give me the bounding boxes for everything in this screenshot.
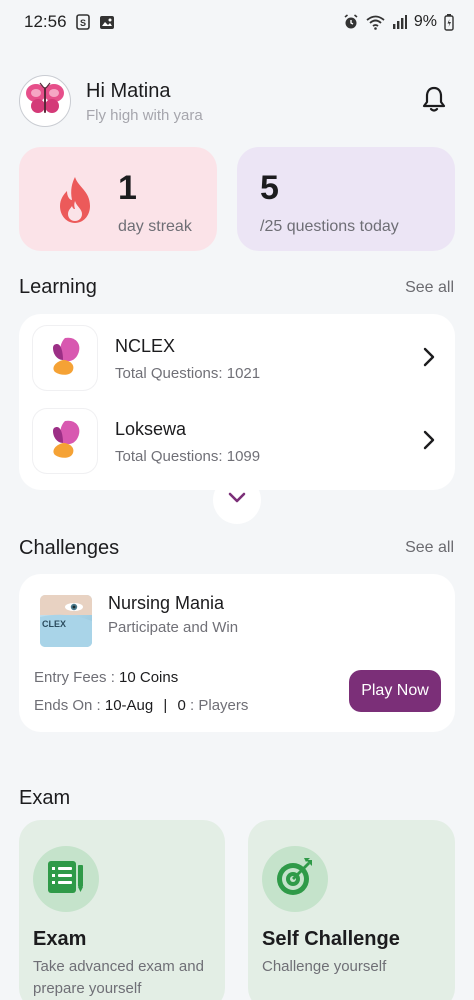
entry-fees-value: 10 Coins xyxy=(119,669,179,686)
entry-fees-label: Entry Fees : xyxy=(34,669,115,686)
questions-label: /25 questions today xyxy=(260,218,399,235)
entry-fees-row: Entry Fees : 10 Coins xyxy=(34,669,178,686)
course-item-nclex[interactable]: NCLEX Total Questions: 1021 xyxy=(19,320,455,392)
players-count: 0 xyxy=(177,697,186,714)
learning-see-all-link[interactable]: See all xyxy=(405,279,454,297)
ends-on-label: Ends On : xyxy=(34,697,101,714)
header: Hi Matina Fly high with yara xyxy=(19,72,454,130)
exam-card-description: Take advanced exam and prepare yourself xyxy=(33,958,204,997)
streak-label: day streak xyxy=(118,218,192,235)
butterfly-icon xyxy=(25,82,65,121)
course-title: Loksewa xyxy=(115,419,187,439)
status-left: 12:56 S xyxy=(24,12,115,32)
notification-s-icon: S xyxy=(75,14,90,30)
learning-title: Learning xyxy=(19,276,97,298)
chevron-right-icon xyxy=(423,347,435,372)
questions-card[interactable]: 5 /25 questions today xyxy=(237,147,455,251)
status-bar: 12:56 S 9% xyxy=(0,0,474,44)
exam-sheet-icon xyxy=(46,859,86,900)
challenge-title: Nursing Mania xyxy=(108,593,225,613)
chevron-right-icon xyxy=(423,430,435,455)
course-logo xyxy=(33,409,97,473)
challenge-subtitle: Participate and Win xyxy=(108,619,239,636)
target-icon xyxy=(274,856,316,903)
image-icon xyxy=(99,15,115,30)
course-logo xyxy=(33,326,97,390)
chevron-down-icon xyxy=(228,491,246,509)
challenge-card[interactable]: CLEX Nursing Mania Participate and Win E… xyxy=(19,574,455,732)
battery-icon xyxy=(444,13,454,31)
self-challenge-title: Self Challenge xyxy=(262,928,400,950)
exam-card[interactable]: Exam Take advanced exam and prepare your… xyxy=(19,820,225,1000)
notification-button[interactable] xyxy=(414,81,454,121)
wifi-icon xyxy=(366,15,385,30)
bell-icon xyxy=(421,85,447,118)
self-challenge-icon-circle xyxy=(262,846,328,912)
course-title: NCLEX xyxy=(115,336,176,356)
expand-learning-button[interactable] xyxy=(213,476,261,524)
self-challenge-description: Challenge yourself xyxy=(262,958,387,975)
signal-icon xyxy=(392,14,407,30)
status-right: 9% xyxy=(343,13,454,31)
challenges-title: Challenges xyxy=(19,537,120,559)
challenges-see-all-link[interactable]: See all xyxy=(405,539,454,557)
streak-value: 1 xyxy=(118,169,137,207)
course-subtitle: Total Questions: 1021 xyxy=(115,365,261,382)
challenge-thumbnail: CLEX xyxy=(40,595,92,647)
butterfly-logo-icon xyxy=(45,334,85,383)
svg-text:S: S xyxy=(80,18,86,28)
info-separator: | xyxy=(163,697,168,714)
status-time: 12:56 xyxy=(24,12,67,31)
course-item-loksewa[interactable]: Loksewa Total Questions: 1099 xyxy=(19,403,455,475)
course-subtitle: Total Questions: 1099 xyxy=(115,448,261,465)
players-label: : Players xyxy=(190,697,249,714)
exam-section-title: Exam xyxy=(19,787,71,809)
learning-card: NCLEX Total Questions: 1021 Loksewa Tota… xyxy=(19,314,455,490)
greeting-subtitle: Fly high with yara xyxy=(86,106,203,124)
battery-percent: 9% xyxy=(413,13,437,30)
self-challenge-card[interactable]: Self Challenge Challenge yourself xyxy=(248,820,455,1000)
exam-card-title: Exam xyxy=(33,928,87,950)
ends-on-row: Ends On : 10-Aug | 0 : Players xyxy=(34,697,248,714)
ends-on-value: 10-Aug xyxy=(104,697,154,714)
streak-card[interactable]: 1 day streak xyxy=(19,147,217,251)
butterfly-logo-icon xyxy=(45,417,85,466)
avatar[interactable] xyxy=(19,75,71,127)
exam-icon-circle xyxy=(33,846,99,912)
alarm-icon xyxy=(343,14,359,30)
questions-value: 5 xyxy=(260,169,279,207)
greeting-block: Hi Matina Fly high with yara xyxy=(86,79,414,124)
greeting-title: Hi Matina xyxy=(86,79,171,102)
play-now-button[interactable]: Play Now xyxy=(349,670,441,712)
thumb-text: CLEX xyxy=(42,619,66,629)
flame-icon xyxy=(52,175,98,230)
